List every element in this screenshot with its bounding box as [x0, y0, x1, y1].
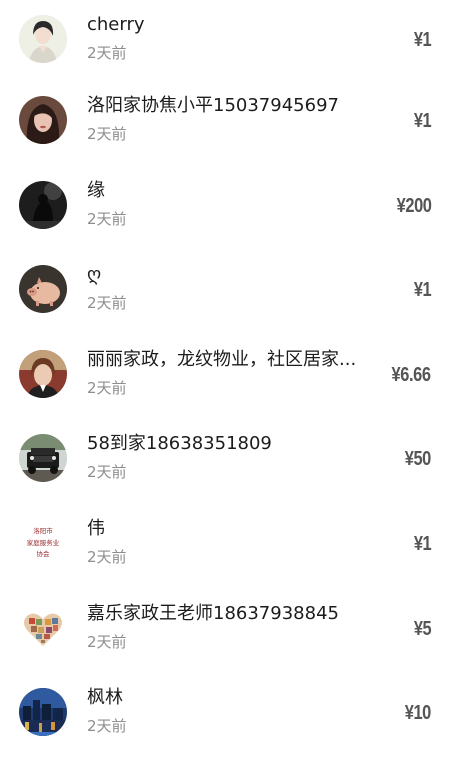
logo-line-2: 家庭服务业 — [27, 538, 60, 547]
donation-time: 2天前 — [87, 717, 127, 736]
donation-time: 2天前 — [87, 125, 127, 143]
donation-time: 2天前 — [87, 632, 127, 651]
list-item[interactable]: 丽丽家政，龙纹物业，社区居家... 2天前 ¥6.66 — [0, 335, 450, 420]
donation-amount: ¥6.66 — [391, 363, 431, 386]
donation-time: 2天前 — [87, 209, 127, 228]
donor-name: 缘 — [87, 179, 105, 201]
logo-line-3: 协会 — [37, 549, 51, 558]
woman-photo-avatar[interactable] — [19, 96, 67, 144]
donation-amount: ¥1 — [413, 29, 432, 51]
dark-silhouette-avatar[interactable] — [19, 180, 67, 229]
donation-time: 2天前 — [87, 547, 127, 566]
woman-portrait-avatar[interactable] — [19, 349, 67, 398]
donation-amount: ¥5 — [413, 617, 432, 640]
donor-name: 枫林 — [87, 687, 123, 709]
donor-name: cherry — [87, 14, 145, 35]
donation-amount: ¥200 — [396, 194, 431, 217]
donor-name: 58到家18638351809 — [87, 433, 272, 455]
donation-list: cherry 2天前 ¥1 洛阳家协焦小平15037945697 2天前 ¥1 — [0, 0, 450, 758]
list-item[interactable]: 缘 2天前 ¥200 — [0, 166, 450, 251]
night-city-avatar[interactable] — [19, 688, 67, 737]
donor-name: 嘉乐家政王老师18637938845 — [87, 602, 339, 624]
list-item[interactable]: ღ 2天前 ¥1 — [0, 250, 450, 335]
list-item[interactable]: cherry 2天前 ¥1 — [0, 0, 450, 81]
association-logo-avatar[interactable]: 洛阳市 家庭服务业 协会 — [19, 518, 67, 567]
pig-avatar[interactable] — [19, 265, 67, 314]
donation-amount: ¥1 — [413, 279, 432, 302]
heart-collage-avatar[interactable] — [19, 603, 67, 652]
donor-name: 伟 — [87, 517, 105, 539]
logo-line-1: 洛阳市 — [33, 526, 53, 535]
donation-time: 2天前 — [87, 463, 127, 482]
list-item[interactable]: 枫林 2天前 ¥10 — [0, 673, 450, 758]
donor-name: ღ — [87, 264, 102, 286]
donation-time: 2天前 — [87, 378, 127, 397]
donation-amount: ¥1 — [413, 110, 432, 132]
donor-name: 丽丽家政，龙纹物业，社区居家... — [87, 348, 357, 370]
donation-time: 2天前 — [87, 44, 127, 62]
donor-name: 洛阳家协焦小平15037945697 — [87, 95, 339, 116]
woman-illustration-avatar[interactable] — [19, 15, 67, 63]
list-item[interactable]: 洛阳家协焦小平15037945697 2天前 ¥1 — [0, 81, 450, 166]
donation-amount: ¥50 — [404, 448, 432, 471]
list-item[interactable]: 58到家18638351809 2天前 ¥50 — [0, 419, 450, 504]
donation-time: 2天前 — [87, 294, 127, 313]
donation-amount: ¥10 — [404, 702, 432, 725]
donation-amount: ¥1 — [413, 532, 432, 555]
list-item[interactable]: 洛阳市 家庭服务业 协会 伟 2天前 ¥1 — [0, 504, 450, 589]
jeep-avatar[interactable] — [19, 434, 67, 483]
list-item[interactable]: 嘉乐家政王老师18637938845 2天前 ¥5 — [0, 589, 450, 674]
